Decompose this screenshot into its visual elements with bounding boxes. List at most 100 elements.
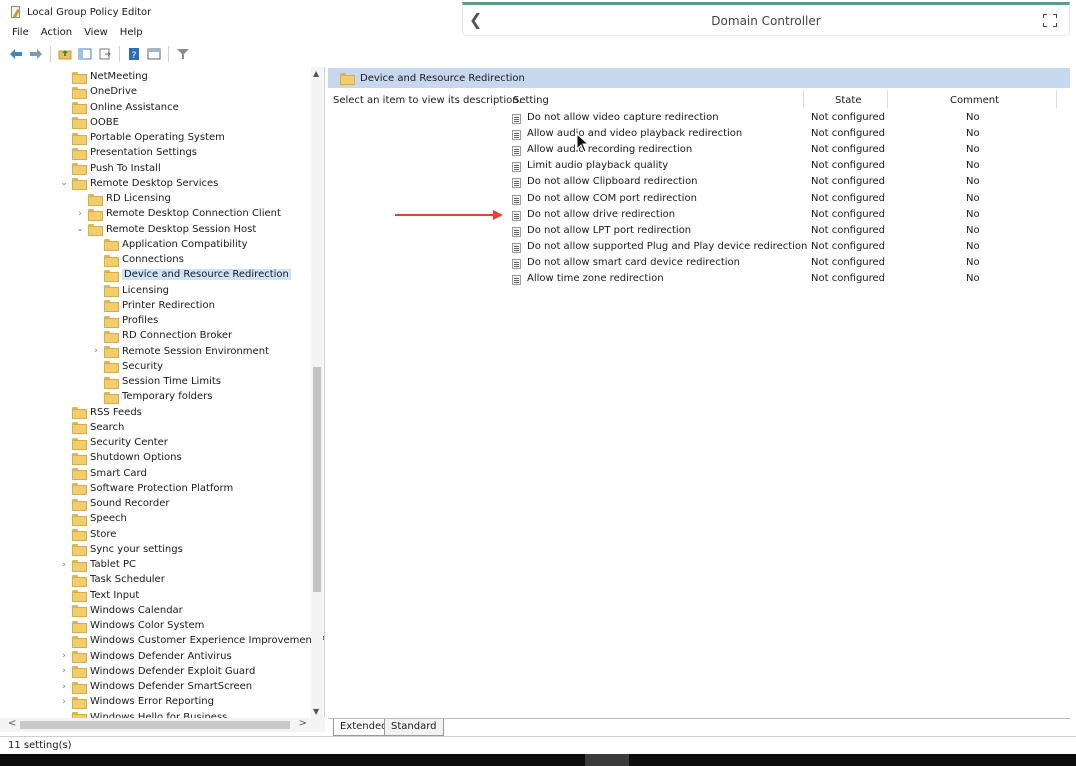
tree-item[interactable]: Shutdown Options xyxy=(58,450,182,465)
expand-chevron-icon[interactable]: › xyxy=(58,682,70,692)
tree-item[interactable]: Smart Card xyxy=(58,466,147,481)
tree-item[interactable]: Online Assistance xyxy=(58,100,179,115)
setting-row[interactable]: Allow time zone redirection Not configure… xyxy=(510,272,1060,288)
setting-row[interactable]: Do not allow video capture redirection No… xyxy=(510,111,1060,127)
tree-item[interactable]: › Tablet PC xyxy=(58,557,136,572)
folder-icon xyxy=(88,193,103,206)
tree-item[interactable]: OOBE xyxy=(58,115,119,130)
column-header-setting[interactable]: Setting xyxy=(513,92,549,108)
scroll-thumb[interactable] xyxy=(313,367,321,592)
folder-icon xyxy=(72,422,87,435)
column-header-comment[interactable]: Comment xyxy=(950,92,999,108)
fullscreen-icon[interactable] xyxy=(1043,14,1057,27)
expand-chevron-icon[interactable]: › xyxy=(58,651,70,661)
tree-item[interactable]: Sound Recorder xyxy=(58,496,169,511)
properties-icon[interactable] xyxy=(146,46,162,62)
up-folder-icon[interactable] xyxy=(57,46,73,62)
tree-item[interactable]: Sync your settings xyxy=(58,542,183,557)
tree-item[interactable]: Application Compatibility xyxy=(90,237,248,252)
scroll-thumb-horizontal[interactable] xyxy=(20,721,290,729)
tree-item[interactable]: Windows Color System xyxy=(58,618,204,633)
tree-item[interactable]: Security xyxy=(90,359,163,374)
tree-item[interactable]: Task Scheduler xyxy=(58,572,165,587)
scroll-up-icon[interactable]: ▲ xyxy=(313,69,319,78)
show-hide-tree-icon[interactable] xyxy=(77,46,93,62)
setting-name: Allow time zone redirection xyxy=(527,273,664,284)
scroll-left-icon[interactable]: < xyxy=(8,718,16,729)
tree-item[interactable]: OneDrive xyxy=(58,84,137,99)
forward-arrow-icon[interactable] xyxy=(28,46,44,62)
expand-chevron-icon[interactable]: › xyxy=(90,346,102,356)
tree-item[interactable]: RD Licensing xyxy=(74,191,171,206)
tree-item[interactable]: › Remote Desktop Connection Client xyxy=(74,206,281,221)
tree-item[interactable]: Connections xyxy=(90,252,184,267)
tree-item[interactable]: Push To Install xyxy=(58,161,161,176)
tree-item[interactable]: Device and Resource Redirection xyxy=(90,267,291,282)
tree-item[interactable]: ⌄ Remote Desktop Session Host xyxy=(74,222,256,237)
menu-action[interactable]: Action xyxy=(35,27,78,38)
setting-row[interactable]: Allow audio and video playback redirecti… xyxy=(510,127,1060,143)
setting-row[interactable]: Do not allow supported Plug and Play dev… xyxy=(510,240,1060,256)
tree-item[interactable]: ⌄ Remote Desktop Services xyxy=(58,176,218,191)
tree-item[interactable]: Search xyxy=(58,420,124,435)
setting-row[interactable]: Allow audio recording redirection Not con… xyxy=(510,143,1060,159)
column-divider[interactable] xyxy=(803,90,804,108)
tree-item[interactable]: Presentation Settings xyxy=(58,145,197,160)
expand-chevron-icon[interactable]: › xyxy=(58,697,70,707)
setting-row[interactable]: Do not allow drive redirection Not config… xyxy=(510,208,1060,224)
tree-item[interactable]: Store xyxy=(58,527,116,542)
expand-chevron-icon[interactable]: › xyxy=(58,666,70,676)
folder-icon xyxy=(72,651,87,663)
policy-tree[interactable]: NetMeeting OneDrive Online Assistance OOBE P… xyxy=(0,67,325,718)
tree-horizontal-scrollbar[interactable]: < > xyxy=(0,718,325,732)
tab-standard[interactable]: Standard xyxy=(384,719,444,736)
scroll-right-icon[interactable]: > xyxy=(299,718,307,729)
tree-item[interactable]: NetMeeting xyxy=(58,69,148,84)
tree-item-label: Text Input xyxy=(90,589,140,601)
tree-item[interactable]: Temporary folders xyxy=(90,389,212,404)
tree-item[interactable]: Speech xyxy=(58,511,127,526)
expand-chevron-icon[interactable]: › xyxy=(74,209,86,219)
menu-help[interactable]: Help xyxy=(114,27,149,38)
setting-row[interactable]: Do not allow LPT port redirection Not con… xyxy=(510,224,1060,240)
tree-item[interactable]: › Windows Defender SmartScreen xyxy=(58,679,252,694)
column-header-state[interactable]: State xyxy=(835,92,861,108)
help-icon[interactable]: ? xyxy=(126,46,142,62)
tree-item[interactable]: RD Connection Broker xyxy=(90,328,232,343)
tree-item[interactable]: › Windows Defender Antivirus xyxy=(58,649,232,664)
tree-item-label: Portable Operating System xyxy=(90,132,225,143)
export-list-icon[interactable] xyxy=(97,46,113,62)
setting-row[interactable]: Do not allow COM port redirection Not con… xyxy=(510,192,1060,208)
tree-item[interactable]: Profiles xyxy=(90,313,158,328)
tree-item[interactable]: Session Time Limits xyxy=(90,374,221,389)
menu-view[interactable]: View xyxy=(78,27,114,38)
tree-item[interactable]: Text Input xyxy=(58,588,139,603)
tree-item[interactable]: RSS Feeds xyxy=(58,405,142,420)
menu-file[interactable]: File xyxy=(6,27,35,38)
expand-chevron-icon[interactable]: ⌄ xyxy=(58,178,70,188)
expand-chevron-icon[interactable]: ⌄ xyxy=(74,224,86,234)
tree-vertical-scrollbar[interactable]: ▲ ▼ xyxy=(311,67,323,718)
column-divider[interactable] xyxy=(1056,90,1057,108)
back-arrow-icon[interactable] xyxy=(8,46,24,62)
tree-item[interactable]: Software Protection Platform xyxy=(58,481,233,496)
tree-item[interactable]: Printer Redirection xyxy=(90,298,215,313)
tree-item[interactable]: Windows Calendar xyxy=(58,603,183,618)
tree-item[interactable]: › Windows Error Reporting xyxy=(58,694,214,709)
setting-row[interactable]: Do not allow Clipboard redirection Not co… xyxy=(510,175,1060,191)
setting-row[interactable]: Limit audio playback quality Not configur… xyxy=(510,159,1060,175)
tree-item[interactable]: › Windows Defender Exploit Guard xyxy=(58,664,255,679)
tree-item[interactable]: Portable Operating System xyxy=(58,130,225,145)
filter-icon[interactable] xyxy=(175,46,191,62)
setting-row[interactable]: Do not allow smart card device redirecti… xyxy=(510,256,1060,272)
setting-comment: No xyxy=(966,192,980,204)
tree-item[interactable]: › Remote Session Environment xyxy=(90,344,269,359)
tree-item[interactable]: Windows Hello for Business xyxy=(58,710,227,718)
column-divider[interactable] xyxy=(887,90,888,108)
tree-item[interactable]: Security Center xyxy=(58,435,168,450)
tree-item[interactable]: Licensing xyxy=(90,283,169,298)
scroll-down-icon[interactable]: ▼ xyxy=(313,707,319,716)
tree-item[interactable]: Windows Customer Experience Improvement … xyxy=(58,633,324,648)
expand-chevron-icon[interactable]: › xyxy=(58,560,70,570)
folder-icon xyxy=(72,102,87,114)
